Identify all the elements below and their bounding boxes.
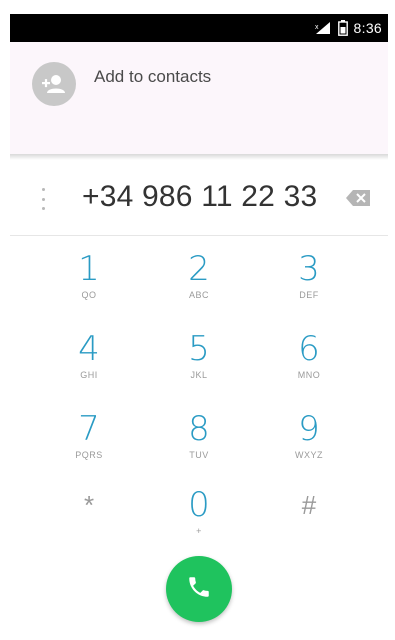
dialpad-digit: 2 bbox=[188, 249, 210, 289]
dialpad-letters: ABC bbox=[188, 290, 209, 300]
dialpad-key-9[interactable]: 9 WXYZ bbox=[254, 410, 364, 482]
dialpad-letters: GHI bbox=[80, 370, 98, 380]
dialpad-key-1[interactable]: 1 QO bbox=[34, 250, 144, 322]
dialpad-key-2[interactable]: 2 ABC bbox=[144, 250, 254, 322]
dialpad-digit: 5 bbox=[188, 329, 210, 369]
dialpad-digit: 1 bbox=[78, 249, 100, 289]
dialpad: 1 QO 2 ABC 3 DEF 4 GHI 5 JKL 6 MNO 7 PQRS 8 TUV 9 WXYZ * 0 +… bbox=[10, 250, 388, 540]
dialpad-letters: DEF bbox=[299, 290, 319, 300]
dialpad-key-3[interactable]: 3 DEF bbox=[254, 250, 364, 322]
battery-icon bbox=[337, 20, 348, 36]
dialpad-digit: 0 bbox=[188, 485, 210, 525]
signal-icon: x bbox=[314, 21, 332, 35]
status-bar: x 8:36 bbox=[10, 14, 388, 42]
dialpad-key-7[interactable]: 7 PQRS bbox=[34, 410, 144, 482]
dialpad-digit: 9 bbox=[298, 409, 320, 449]
dialpad-letters: + bbox=[196, 526, 202, 536]
dialpad-key-star[interactable]: * bbox=[34, 486, 144, 558]
dialpad-letters: WXYZ bbox=[295, 450, 323, 460]
add-contact-icon bbox=[32, 62, 76, 106]
svg-text:x: x bbox=[315, 24, 319, 31]
phone-icon bbox=[186, 574, 212, 605]
dialpad-letters: PQRS bbox=[75, 450, 103, 460]
dialpad-letters: TUV bbox=[189, 450, 209, 460]
dialpad-letters: MNO bbox=[297, 370, 321, 380]
dialpad-digit: * bbox=[83, 490, 95, 520]
phone-number-display[interactable]: +34 986 11 22 33 bbox=[82, 180, 317, 214]
call-button[interactable] bbox=[166, 556, 232, 622]
dialpad-key-hash[interactable]: # bbox=[254, 486, 364, 558]
dialpad-digit: 4 bbox=[78, 329, 100, 369]
dialpad-key-4[interactable]: 4 GHI bbox=[34, 330, 144, 402]
overflow-menu-icon[interactable] bbox=[38, 188, 48, 210]
add-to-contacts-label: Add to contacts bbox=[94, 67, 212, 86]
number-input-row: +34 986 11 22 33 bbox=[10, 160, 388, 236]
dialpad-letters: QO bbox=[81, 290, 97, 300]
dialpad-key-6[interactable]: 6 MNO bbox=[254, 330, 364, 402]
dialpad-digit: 6 bbox=[298, 329, 320, 369]
backspace-icon[interactable] bbox=[346, 190, 370, 211]
status-time: 8:36 bbox=[353, 20, 382, 36]
dialpad-key-8[interactable]: 8 TUV bbox=[144, 410, 254, 482]
dialpad-key-5[interactable]: 5 JKL bbox=[144, 330, 254, 402]
phone-screen: x 8:36 Add to contacts +3 4 9 8 6 11 22 33 … bbox=[0, 0, 395, 640]
dialpad-key-0[interactable]: 0 + bbox=[144, 486, 254, 558]
dialpad-digit: 8 bbox=[188, 409, 210, 449]
dialpad-digit: 7 bbox=[78, 409, 100, 449]
dialpad-letters: JKL bbox=[190, 370, 208, 380]
dialpad-digit: 3 bbox=[298, 249, 320, 289]
add-to-contacts-row[interactable]: Add to contacts bbox=[10, 42, 388, 154]
dialpad-digit: # bbox=[301, 490, 317, 520]
